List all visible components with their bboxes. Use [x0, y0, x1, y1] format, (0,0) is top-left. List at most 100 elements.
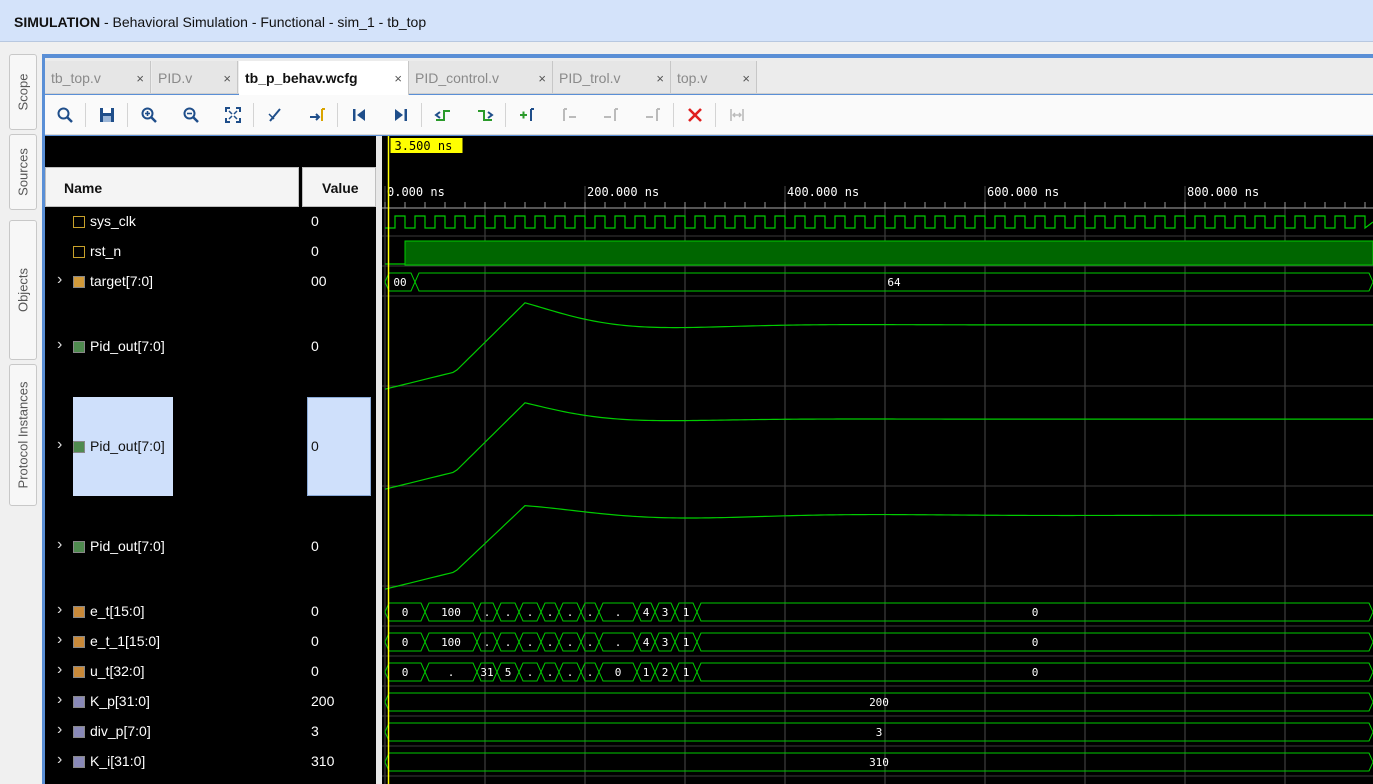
title-bar: SIMULATION - Behavioral Simulation - Fun… [0, 0, 1373, 42]
signal-row[interactable]: › target[7:0] [45, 271, 299, 292]
bus-signal-icon [73, 276, 85, 288]
bus-value-label: 3 [662, 636, 669, 649]
bit-signal-icon [73, 246, 85, 258]
bus-value-label: 0 [1032, 636, 1039, 649]
signal-row[interactable]: rst_n [45, 242, 299, 262]
save-icon[interactable] [95, 103, 119, 127]
side-tab-protocol-instances[interactable]: Protocol Instances [9, 364, 37, 506]
signal-row[interactable]: › u_t[32:0] [45, 661, 299, 682]
close-icon[interactable]: × [742, 71, 750, 86]
bus-value-label: 0 [402, 666, 409, 679]
value-column-header[interactable]: Value [302, 167, 376, 207]
bus-value-label: . [615, 636, 622, 649]
add-marker-icon[interactable] [515, 103, 539, 127]
bus-value-label: 1 [683, 636, 690, 649]
go-to-start-icon[interactable] [347, 103, 371, 127]
analog-signal-icon [73, 541, 85, 553]
bus-value-label: 3 [662, 606, 669, 619]
expand-chevron-icon[interactable]: › [57, 601, 62, 619]
signal-row[interactable]: › e_t[15:0] [45, 601, 299, 622]
tab-label: tb_p_behav.wcfg [245, 70, 358, 86]
signal-row[interactable]: › K_i[31:0] [45, 751, 299, 772]
signal-value: 0 [311, 213, 319, 229]
tab-pid[interactable]: PID.v × [152, 61, 238, 93]
signal-name: K_i[31:0] [90, 753, 146, 769]
tab-pid-trol[interactable]: PID_trol.v × [553, 61, 671, 93]
expand-chevron-icon[interactable]: › [57, 751, 62, 769]
close-icon[interactable]: × [136, 71, 144, 86]
tab-tb-top[interactable]: tb_top.v × [45, 61, 151, 93]
expand-chevron-icon[interactable]: › [57, 691, 62, 709]
zoom-out-icon[interactable] [179, 103, 203, 127]
tab-tb-p-behav-wcfg[interactable]: tb_p_behav.wcfg × [239, 61, 409, 95]
bit-signal-icon [73, 216, 85, 228]
side-tab-scope[interactable]: Scope [9, 54, 37, 130]
signal-row[interactable]: › e_t_1[15:0] [45, 631, 299, 652]
bus-value-label: 31 [480, 666, 493, 679]
bus-signal-icon [73, 636, 85, 648]
expand-chevron-icon[interactable]: › [57, 661, 62, 679]
side-tab-objects[interactable]: Objects [9, 220, 37, 360]
previous-transition-icon[interactable] [431, 103, 455, 127]
bus-value-label: . [567, 666, 574, 679]
side-tab-sources[interactable]: Sources [9, 134, 37, 210]
signal-row[interactable]: › Pid_out[7:0] [45, 436, 299, 457]
bus-value-label: . [587, 666, 594, 679]
zoom-fit-icon[interactable] [221, 103, 245, 127]
go-to-end-icon[interactable] [389, 103, 413, 127]
search-icon[interactable] [53, 103, 77, 127]
name-column-header[interactable]: Name [45, 167, 299, 207]
expand-chevron-icon[interactable]: › [57, 631, 62, 649]
next-transition-icon[interactable] [473, 103, 497, 127]
bus-value-label: 2 [662, 666, 669, 679]
signal-value: 3 [311, 723, 319, 739]
signal-row[interactable]: sys_clk [45, 212, 299, 232]
tab-label: PID_control.v [415, 70, 500, 86]
expand-chevron-icon[interactable]: › [57, 336, 62, 354]
close-icon[interactable]: × [538, 71, 546, 86]
signal-row[interactable]: › Pid_out[7:0] [45, 536, 299, 557]
signal-row[interactable]: › div_p[7:0] [45, 721, 299, 742]
name-value-splitter[interactable] [299, 136, 302, 784]
swap-cursors-icon[interactable] [725, 103, 749, 127]
signal-value: 310 [311, 753, 335, 769]
sys-clk-waveform [385, 215, 1373, 230]
delete-icon[interactable] [683, 103, 707, 127]
signal-row[interactable]: › K_p[31:0] [45, 691, 299, 712]
cursor-icon[interactable] [263, 103, 287, 127]
waveform-plot[interactable]: 0.000 ns 200.000 ns 400.000 ns 600.000 ns 80… [382, 136, 1373, 784]
close-icon[interactable]: × [656, 71, 664, 86]
pid-out-analog-trace [384, 402, 1373, 490]
expand-chevron-icon[interactable]: › [57, 536, 62, 554]
close-icon[interactable]: × [394, 71, 402, 86]
pid-out-analog-trace [384, 302, 1373, 390]
close-icon[interactable]: × [223, 71, 231, 86]
expand-chevron-icon[interactable]: › [57, 271, 62, 289]
signal-value: 0 [311, 438, 319, 454]
bus-value-label: 00 [393, 276, 406, 289]
zoom-in-icon[interactable] [137, 103, 161, 127]
bus-value-label: . [527, 606, 534, 619]
signal-value: 0 [311, 538, 319, 554]
timeline-tick-label: 400.000 ns [787, 185, 859, 199]
bus-value-label: . [448, 666, 455, 679]
expand-chevron-icon[interactable]: › [57, 436, 62, 454]
tab-top[interactable]: top.v × [671, 61, 757, 93]
value-header-label: Value [322, 180, 359, 196]
signal-value: 0 [311, 243, 319, 259]
bus-signal-icon [73, 606, 85, 618]
bus-signal-icon [73, 726, 85, 738]
rst-n-high [404, 240, 1373, 266]
bus-value-label: 0 [1032, 666, 1039, 679]
previous-marker-icon[interactable] [557, 103, 581, 127]
signal-row[interactable]: › Pid_out[7:0] [45, 336, 299, 357]
tab-label: tb_top.v [51, 70, 101, 86]
bus-value-label: . [587, 636, 594, 649]
waveform-svg[interactable]: 0.000 ns 200.000 ns 400.000 ns 600.000 ns 80… [382, 136, 1373, 784]
tab-pid-control[interactable]: PID_control.v × [409, 61, 553, 93]
bus-value-label: 3 [876, 726, 883, 739]
remove-marker-icon[interactable] [641, 103, 665, 127]
go-to-marker-icon[interactable] [305, 103, 329, 127]
expand-chevron-icon[interactable]: › [57, 721, 62, 739]
next-marker-icon[interactable] [599, 103, 623, 127]
